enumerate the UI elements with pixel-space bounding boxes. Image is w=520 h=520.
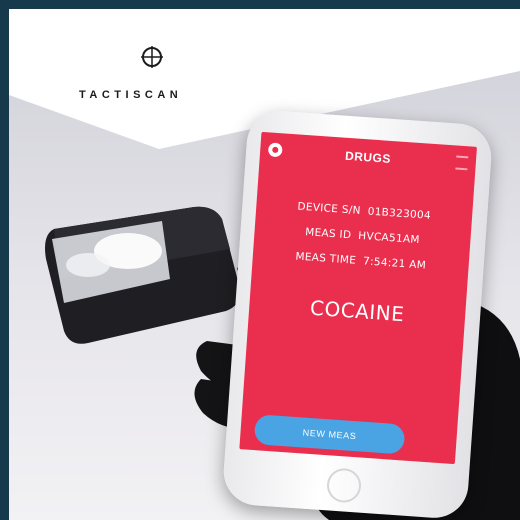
app-title: DRUGS: [344, 148, 392, 166]
photo-frame: TACTISCAN DRUGS DEVICE S/N 01B323004 MEAS…: [9, 9, 520, 520]
meas-id-label: MEAS ID: [304, 226, 352, 242]
device-sn-row: DEVICE S/N 01B323004: [256, 198, 472, 225]
brand-name: TACTISCAN: [79, 89, 183, 101]
detection-result: COCAINE: [309, 295, 406, 327]
meas-id-value: HVCA51AM: [357, 229, 421, 247]
meas-time-value: 7:54:21 AM: [362, 255, 427, 272]
crosshair-circle-icon: [141, 46, 163, 68]
smartphone: DRUGS DEVICE S/N 01B323004 MEAS ID HVCA51A…: [221, 108, 494, 520]
app-screen: DRUGS DEVICE S/N 01B323004 MEAS ID HVCA51A…: [239, 131, 477, 465]
device-sn-value: 01B323004: [367, 205, 432, 222]
device-sn-label: DEVICE S/N: [297, 200, 362, 217]
meas-id-row: MEAS ID HVCA51AM: [254, 223, 470, 250]
menu-icon[interactable]: [455, 155, 469, 171]
new-meas-button[interactable]: NEW MEAS: [253, 414, 406, 455]
meas-time-label: MEAS TIME: [295, 250, 357, 267]
meas-time-row: MEAS TIME 7:54:21 AM: [253, 248, 469, 275]
